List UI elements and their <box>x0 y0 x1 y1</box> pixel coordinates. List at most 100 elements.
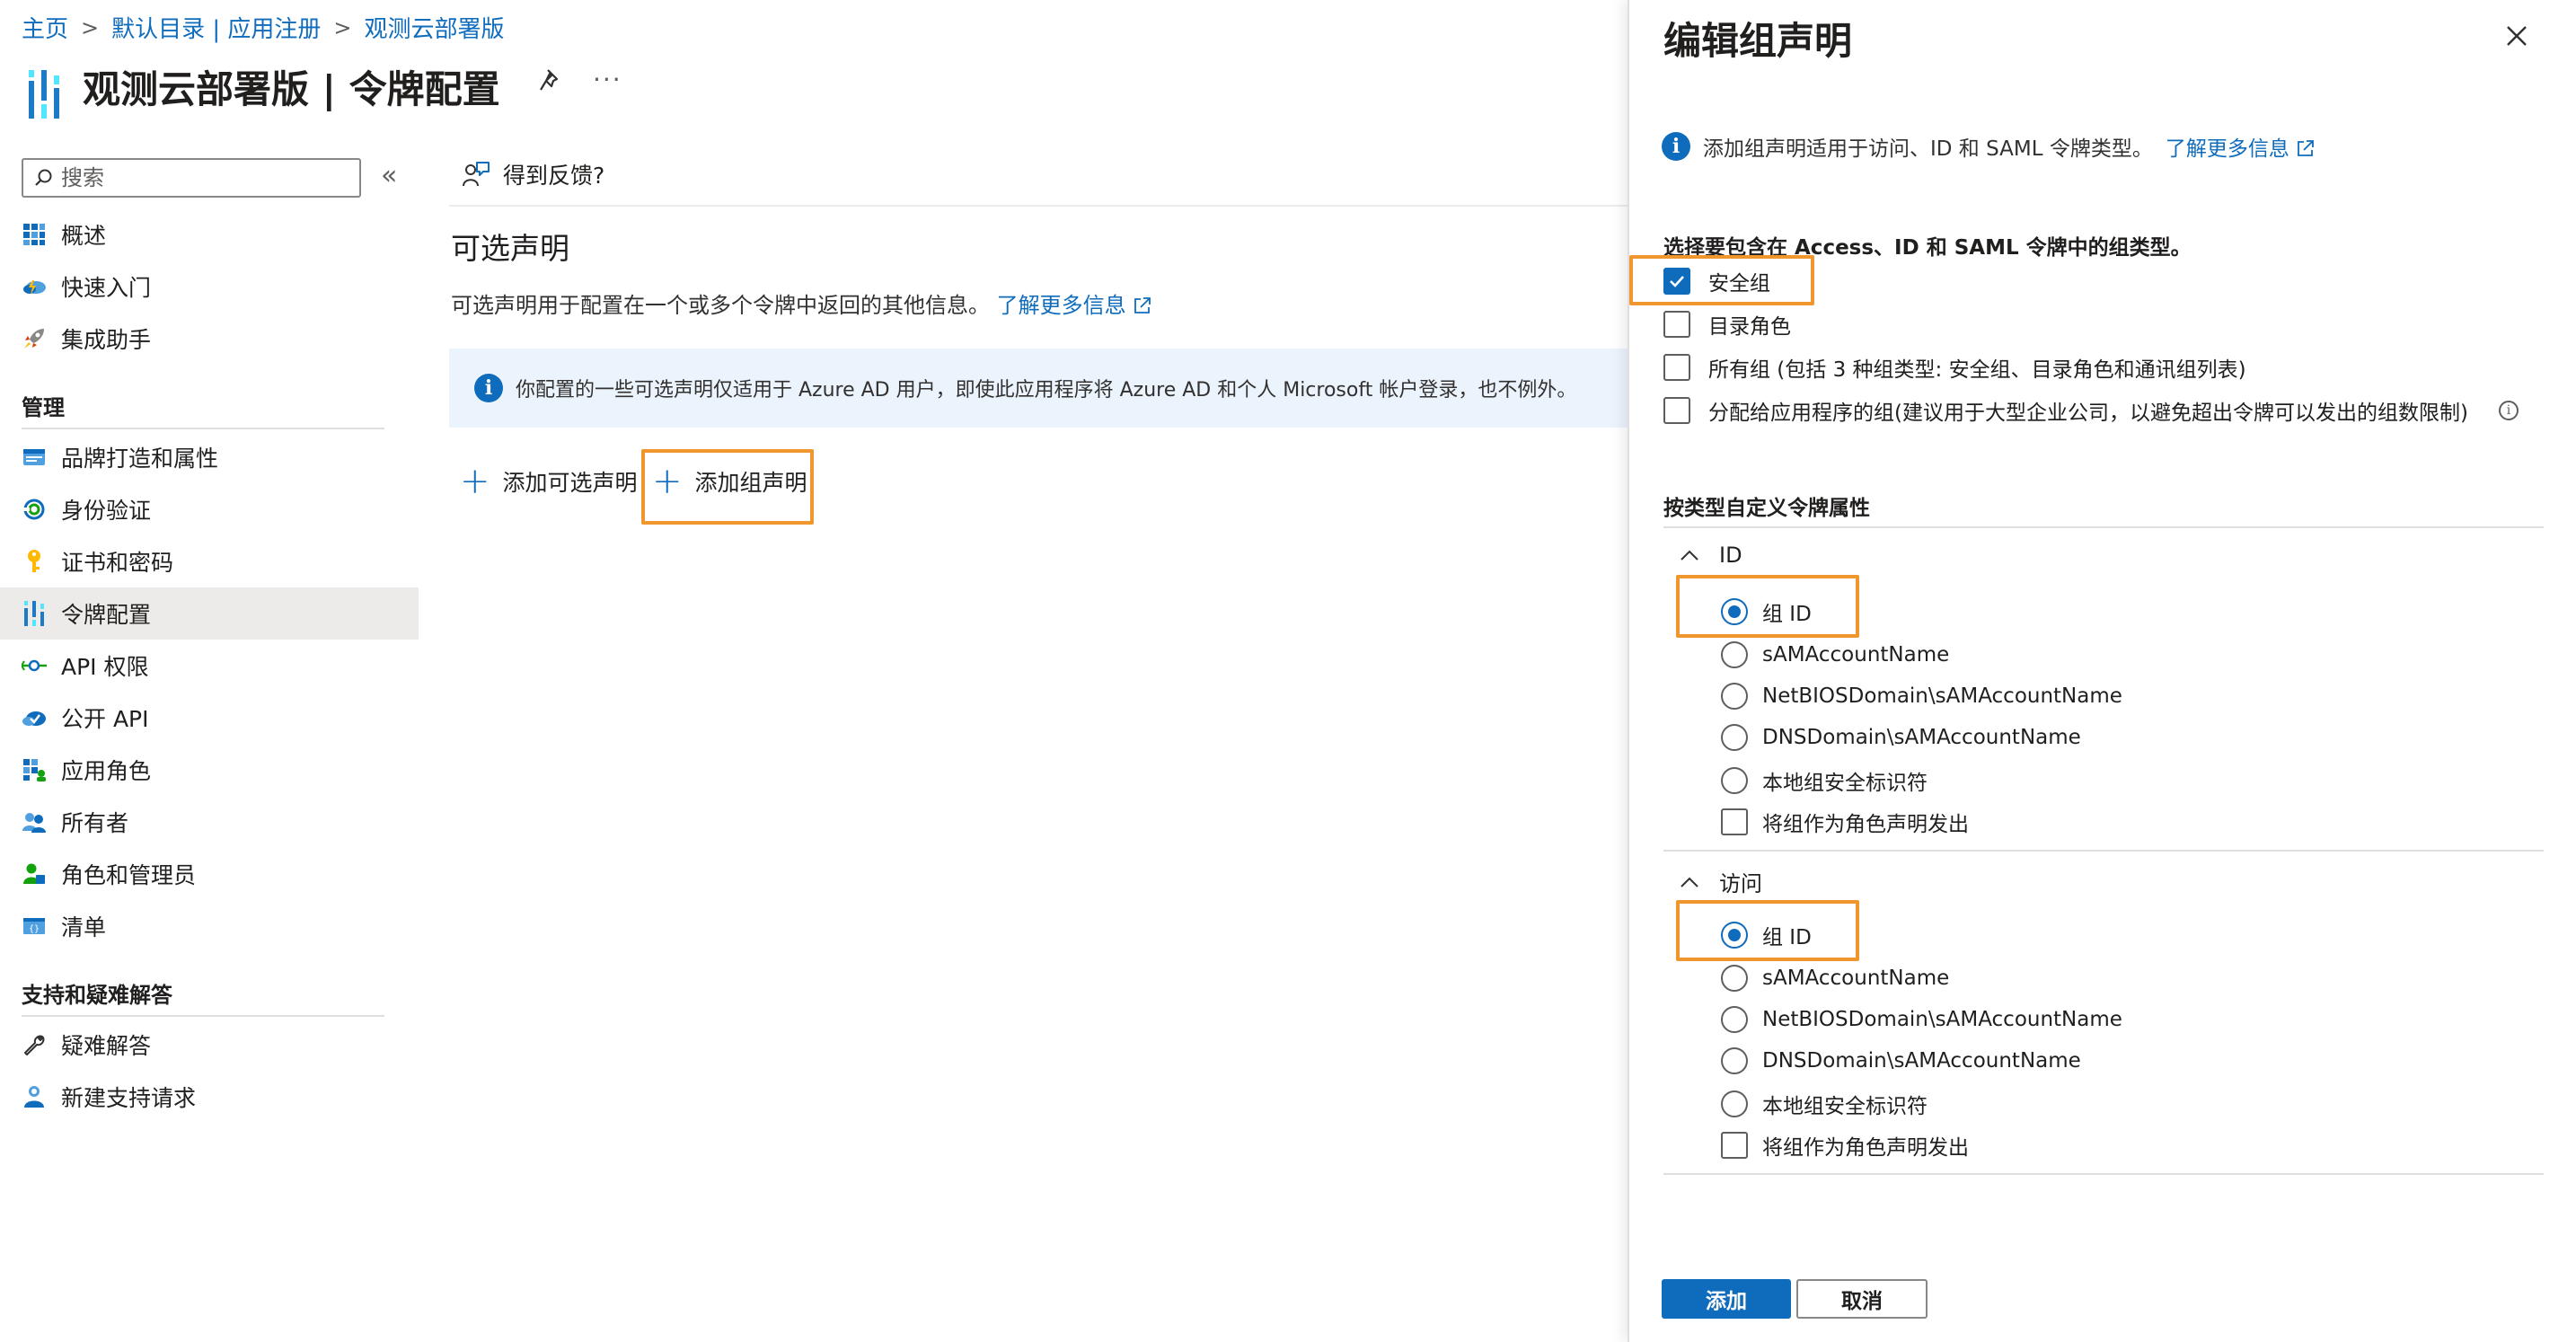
radio-access-group-id[interactable]: 组 ID <box>1721 920 1812 950</box>
sidebar-item-token-configuration[interactable]: 令牌配置 <box>0 587 419 640</box>
wrench-icon <box>22 1032 47 1057</box>
radio[interactable] <box>1721 767 1748 794</box>
search-input[interactable] <box>61 165 331 190</box>
radio[interactable] <box>1721 683 1748 710</box>
sidebar-item-expose-api[interactable]: 公开 API <box>0 692 419 744</box>
radio-label: 本地组安全标识符 <box>1762 772 1928 795</box>
section-header-label: 访问 <box>1719 871 1762 896</box>
sidebar-item-branding[interactable]: 品牌打造和属性 <box>0 431 419 483</box>
sidebar-item-roles-administrators[interactable]: 角色和管理员 <box>0 848 419 900</box>
radio-label: sAMAccountName <box>1762 967 1950 990</box>
radio-id-on-prem-sid[interactable]: 本地组安全标识符 <box>1721 765 1928 796</box>
panel-title: 编辑组声明 <box>1663 19 1853 63</box>
radio-id-netbios[interactable]: NetBIOSDomain\sAMAccountName <box>1721 683 2122 710</box>
feedback-button[interactable]: 得到反馈? <box>462 158 604 190</box>
checkbox-directory-roles[interactable]: 目录角色 <box>1663 309 1791 340</box>
info-message-bar: i 你配置的一些可选声明仅适用于 Azure AD 用户，即使此应用程序将 Az… <box>449 349 1628 428</box>
radio-selected[interactable] <box>1721 598 1748 625</box>
radio-id-samaccountname[interactable]: sAMAccountName <box>1721 641 1949 668</box>
radio-access-samaccountname[interactable]: sAMAccountName <box>1721 965 1949 992</box>
info-tooltip-icon[interactable]: i <box>2498 401 2519 420</box>
sidebar-item-label: 公开 API <box>61 706 149 732</box>
plus-icon: + <box>652 461 683 502</box>
learn-more-link[interactable]: 了解更多信息 <box>997 293 1153 318</box>
info-message-text: 你配置的一些可选声明仅适用于 Azure AD 用户，即使此应用程序将 Azur… <box>516 379 1577 402</box>
nav-section-support: 支持和疑难解答 <box>22 983 172 1008</box>
pin-icon[interactable] <box>537 66 566 95</box>
external-link-icon <box>1134 297 1151 313</box>
section-header-id[interactable]: ID <box>1680 543 1742 568</box>
add-optional-claim-label: 添加可选声明 <box>502 470 638 496</box>
sidebar-item-owners[interactable]: 所有者 <box>0 796 419 848</box>
sidebar-item-new-support-request[interactable]: 新建支持请求 <box>0 1071 419 1123</box>
feedback-icon <box>463 162 490 187</box>
nav-section-manage: 管理 <box>22 395 65 420</box>
radio-selected[interactable] <box>1721 922 1748 949</box>
breadcrumb-home[interactable]: 主页 <box>22 11 68 44</box>
checkbox-label: 所有组 (包括 3 种组类型: 安全组、目录角色和通讯组列表) <box>1708 358 2246 382</box>
radio[interactable] <box>1721 641 1748 668</box>
api-permission-icon <box>22 653 47 678</box>
add-group-claim-button[interactable]: + 添加组声明 <box>652 464 807 499</box>
breadcrumb-app-registrations[interactable]: 默认目录 | 应用注册 <box>111 11 321 44</box>
radio-id-group-id[interactable]: 组 ID <box>1721 596 1812 627</box>
radio-access-netbios[interactable]: NetBIOSDomain\sAMAccountName <box>1721 1006 2122 1033</box>
section-header-access[interactable]: 访问 <box>1680 866 1762 897</box>
radio-label: 组 ID <box>1762 926 1812 949</box>
sidebar-item-api-permissions[interactable]: API 权限 <box>0 640 419 692</box>
breadcrumb-app[interactable]: 观测云部署版 <box>365 11 505 44</box>
sidebar-item-certificates-secrets[interactable]: 证书和密码 <box>0 535 419 587</box>
checkbox-all-groups[interactable]: 所有组 (包括 3 种组类型: 安全组、目录角色和通讯组列表) <box>1663 352 2246 383</box>
section-description: 可选声明用于配置在一个或多个令牌中返回的其他信息。 了解更多信息 <box>451 287 1152 319</box>
cloud-lightning-icon <box>22 274 47 299</box>
customize-token-properties-title: 按类型自定义令牌属性 <box>1663 497 1870 520</box>
close-icon[interactable] <box>2501 20 2533 52</box>
token-config-icon <box>22 601 47 626</box>
authentication-icon <box>22 497 47 522</box>
add-group-claim-label: 添加组声明 <box>694 470 807 496</box>
add-optional-claim-button[interactable]: + 添加可选声明 <box>460 464 638 499</box>
radio-access-on-prem-sid[interactable]: 本地组安全标识符 <box>1721 1089 1928 1119</box>
radio[interactable] <box>1721 1006 1748 1033</box>
checkbox-id-emit-as-role[interactable]: 将组作为角色声明发出 <box>1721 807 1969 837</box>
sidebar-item-overview[interactable]: 概述 <box>0 208 419 260</box>
add-button[interactable]: 添加 <box>1662 1279 1791 1319</box>
radio[interactable] <box>1721 1090 1748 1117</box>
chevron-up-icon <box>1681 550 1698 561</box>
sidebar-item-label: API 权限 <box>61 654 149 680</box>
checkbox[interactable] <box>1663 397 1690 424</box>
cancel-button[interactable]: 取消 <box>1796 1279 1928 1319</box>
checkbox[interactable] <box>1663 354 1690 381</box>
panel-info: i 添加组声明适用于访问、ID 和 SAML 令牌类型。 了解更多信息 <box>1662 131 2316 162</box>
radio-access-dnsdomain[interactable]: DNSDomain\sAMAccountName <box>1721 1047 2081 1074</box>
sidebar-item-label: 清单 <box>61 914 107 940</box>
search-input-container[interactable] <box>22 158 361 198</box>
page-title: 观测云部署版 | 令牌配置 <box>83 67 500 111</box>
radio[interactable] <box>1721 1047 1748 1074</box>
sidebar-item-manifest[interactable]: {} 清单 <box>0 900 419 952</box>
checkbox-access-emit-as-role[interactable]: 将组作为角色声明发出 <box>1721 1130 1969 1161</box>
token-config-icon <box>29 70 59 119</box>
radio-id-dnsdomain[interactable]: DNSDomain\sAMAccountName <box>1721 724 2081 751</box>
radio[interactable] <box>1721 724 1748 751</box>
sidebar-item-authentication[interactable]: 身份验证 <box>0 483 419 535</box>
learn-more-link[interactable]: 了解更多信息 <box>2166 131 2316 162</box>
more-options-icon[interactable]: ··· <box>593 65 622 94</box>
checkbox[interactable] <box>1721 1132 1748 1159</box>
sidebar-item-troubleshooting[interactable]: 疑难解答 <box>0 1019 419 1071</box>
checkbox-assigned-groups[interactable]: 分配给应用程序的组(建议用于大型企业公司，以避免超出令牌可以发出的组数限制) i <box>1663 395 2519 426</box>
sidebar-item-app-roles[interactable]: 应用角色 <box>0 744 419 796</box>
info-icon: i <box>1662 132 1690 161</box>
sidebar-item-integration-assistant[interactable]: 集成助手 <box>0 313 419 365</box>
sidebar-item-quickstart[interactable]: 快速入门 <box>0 260 419 313</box>
plus-icon: + <box>460 461 490 502</box>
checkbox-label: 分配给应用程序的组(建议用于大型企业公司，以避免超出令牌可以发出的组数限制) <box>1708 402 2468 425</box>
checkbox-checked[interactable] <box>1663 268 1690 295</box>
radio[interactable] <box>1721 965 1748 992</box>
collapse-sidebar-icon[interactable]: « <box>381 160 397 191</box>
grid-icon <box>22 222 47 247</box>
checkbox[interactable] <box>1663 311 1690 338</box>
section-title: 可选声明 <box>451 231 569 266</box>
checkbox-security-groups[interactable]: 安全组 <box>1663 266 1770 296</box>
checkbox[interactable] <box>1721 808 1748 835</box>
